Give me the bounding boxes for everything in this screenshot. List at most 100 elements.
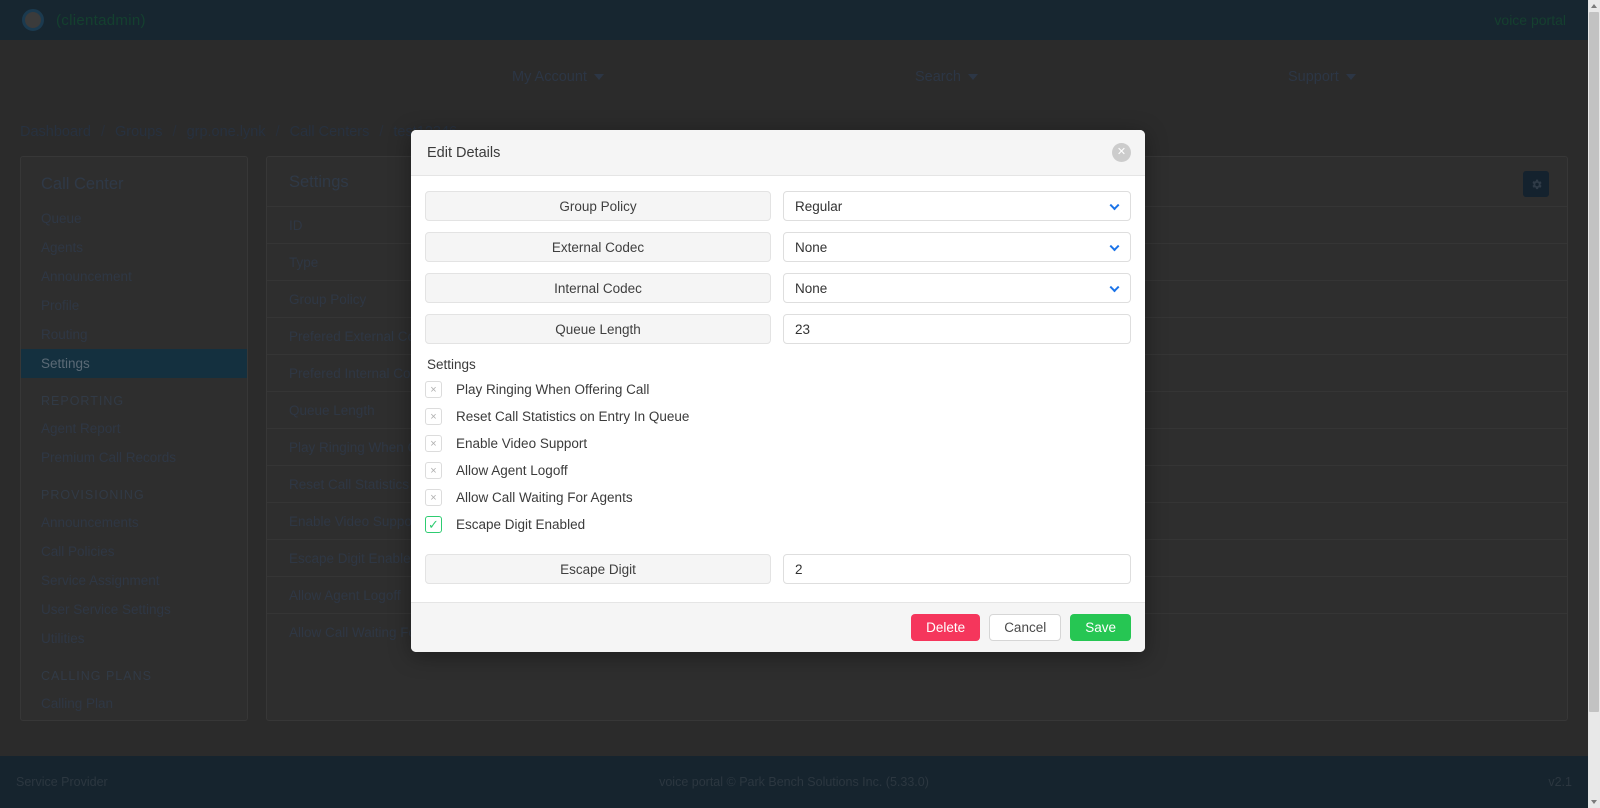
escape-digit-input[interactable]: 2 <box>783 554 1131 584</box>
breadcrumb: Dashboard / Groups / grp.one.lynk / Call… <box>20 124 457 140</box>
modal-header: Edit Details ✕ <box>411 130 1145 176</box>
sidebar-item-service-assignment[interactable]: Service Assignment <box>21 566 247 595</box>
topbar-right-label: voice portal <box>1494 12 1566 28</box>
sidebar-section-provisioning: PROVISIONING <box>41 488 145 502</box>
close-icon[interactable]: × <box>425 381 442 398</box>
chevron-down-icon <box>1345 73 1356 80</box>
breadcrumb-separator: / <box>172 124 177 140</box>
footer-center-label: voice portal © Park Bench Solutions Inc.… <box>659 775 929 789</box>
sidebar-item-user-service-settings[interactable]: User Service Settings <box>21 595 247 624</box>
field-label: Queue Length <box>425 314 771 344</box>
edit-details-modal: Edit Details ✕ Group Policy Regular Exte… <box>411 130 1145 652</box>
queue-length-input[interactable]: 23 <box>783 314 1131 344</box>
internal-codec-select[interactable]: None <box>783 273 1131 303</box>
sidebar-item-routing[interactable]: Routing <box>21 320 247 349</box>
scrollbar-thumb[interactable] <box>1589 12 1599 712</box>
nav-item-label: Search <box>915 68 961 85</box>
row-value <box>1389 466 1567 503</box>
field-label: External Codec <box>425 232 771 262</box>
breadcrumb-item-group[interactable]: grp.one.lynk <box>187 124 266 140</box>
sidebar-item-agent-report[interactable]: Agent Report <box>21 414 247 443</box>
gear-icon[interactable] <box>1523 171 1549 197</box>
close-icon[interactable]: × <box>425 489 442 506</box>
scroll-down-arrow-icon[interactable] <box>1591 800 1597 804</box>
nav-item-my-account[interactable]: My Account <box>512 69 604 85</box>
close-icon[interactable]: × <box>425 408 442 425</box>
sidebar-item-profile[interactable]: Profile <box>21 291 247 320</box>
nav-item-support[interactable]: Support <box>1288 69 1356 85</box>
circle-logo-icon <box>22 9 44 31</box>
select-value: None <box>795 280 828 296</box>
breadcrumb-item-call-centers[interactable]: Call Centers <box>290 124 370 140</box>
input-value: 23 <box>795 321 811 337</box>
nav-item-label: Support <box>1288 68 1339 85</box>
chevron-down-icon <box>1109 200 1120 211</box>
delete-button[interactable]: Delete <box>911 614 981 641</box>
sidebar-item-agents[interactable]: Agents <box>21 233 247 262</box>
cancel-button[interactable]: Cancel <box>989 614 1062 641</box>
sidebar-item-settings[interactable]: Settings <box>21 349 247 378</box>
field-label: Group Policy <box>425 191 771 221</box>
breadcrumb-item-dashboard[interactable]: Dashboard <box>20 124 91 140</box>
chevron-down-icon <box>1109 282 1120 293</box>
field-label: Escape Digit <box>425 554 771 584</box>
scroll-up-arrow-icon[interactable] <box>1591 4 1597 8</box>
sidebar-item-utilities[interactable]: Utilities <box>21 624 247 653</box>
sidebar-item-premium-call-records[interactable]: Premium Call Records <box>21 443 247 472</box>
external-codec-select[interactable]: None <box>783 232 1131 262</box>
row-value <box>1389 577 1567 614</box>
sidebar: Call Center Queue Agents Announcement Pr… <box>20 156 248 721</box>
breadcrumb-separator: / <box>379 124 384 140</box>
footer-spacer <box>0 721 1588 756</box>
breadcrumb-separator: / <box>100 124 105 140</box>
check-icon[interactable]: ✓ <box>425 516 442 533</box>
chevron-down-icon <box>593 73 604 80</box>
row-value <box>1389 281 1567 318</box>
sidebar-item-announcement[interactable]: Announcement <box>21 262 247 291</box>
chevron-down-icon <box>1109 241 1120 252</box>
settings-section-title: Settings <box>427 357 476 372</box>
modal-body: Group Policy Regular External Codec None… <box>411 176 1145 602</box>
close-icon[interactable]: × <box>425 462 442 479</box>
checkbox-label: Enable Video Support <box>456 436 588 451</box>
checkbox-label: Escape Digit Enabled <box>456 517 586 532</box>
close-icon[interactable]: ✕ <box>1112 143 1131 162</box>
form-row-internal-codec: Internal Codec None <box>425 273 1131 303</box>
checkbox-row-play-ringing[interactable]: × Play Ringing When Offering Call <box>425 376 1131 403</box>
checkbox-label: Allow Agent Logoff <box>456 463 568 478</box>
checkbox-label: Reset Call Statistics on Entry In Queue <box>456 409 690 424</box>
breadcrumb-separator: / <box>275 124 280 140</box>
row-value <box>1389 207 1567 244</box>
nav-item-search[interactable]: Search <box>915 69 978 85</box>
select-value: None <box>795 239 828 255</box>
checkbox-row-allow-agent-logoff[interactable]: × Allow Agent Logoff <box>425 457 1131 484</box>
nav-bar: My Account Search Support <box>0 40 1588 113</box>
sidebar-item-call-policies[interactable]: Call Policies <box>21 537 247 566</box>
input-value: 2 <box>795 561 803 577</box>
checkbox-row-escape-digit-enabled[interactable]: ✓ Escape Digit Enabled <box>425 511 1131 538</box>
form-row-external-codec: External Codec None <box>425 232 1131 262</box>
row-value <box>1389 429 1567 466</box>
sidebar-item-calling-plan[interactable]: Calling Plan <box>21 689 247 718</box>
breadcrumb-item-groups[interactable]: Groups <box>115 124 163 140</box>
sidebar-item-announcements[interactable]: Announcements <box>21 508 247 537</box>
form-row-queue-length: Queue Length 23 <box>425 314 1131 344</box>
form-row-escape-digit: Escape Digit 2 <box>425 554 1131 584</box>
modal-title: Edit Details <box>427 144 501 161</box>
checkbox-row-reset-call-statistics[interactable]: × Reset Call Statistics on Entry In Queu… <box>425 403 1131 430</box>
vertical-scrollbar[interactable] <box>1588 0 1600 808</box>
row-value <box>1389 614 1567 651</box>
sidebar-item-queue[interactable]: Queue <box>21 204 247 233</box>
field-label: Internal Codec <box>425 273 771 303</box>
select-value: Regular <box>795 198 843 214</box>
group-policy-select[interactable]: Regular <box>783 191 1131 221</box>
form-row-group-policy: Group Policy Regular <box>425 191 1131 221</box>
checkbox-row-enable-video-support[interactable]: × Enable Video Support <box>425 430 1131 457</box>
brand[interactable]: (clientadmin) <box>22 9 146 31</box>
save-button[interactable]: Save <box>1070 614 1131 641</box>
close-icon[interactable]: × <box>425 435 442 452</box>
nav-item-label: My Account <box>512 68 587 85</box>
row-value <box>1389 318 1567 355</box>
checkbox-row-allow-call-waiting[interactable]: × Allow Call Waiting For Agents <box>425 484 1131 511</box>
footer: Service Provider voice portal © Park Ben… <box>0 756 1588 808</box>
